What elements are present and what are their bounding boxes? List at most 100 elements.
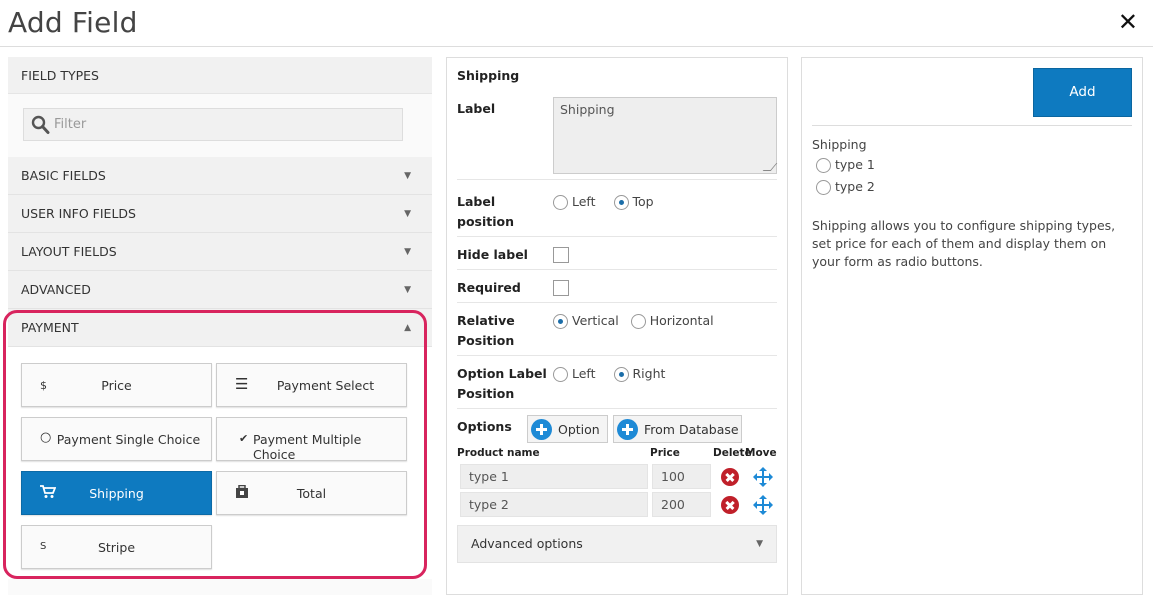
option-label: Top (632, 194, 654, 209)
dialog-title: Add Field (8, 6, 138, 39)
move-icon[interactable] (753, 495, 773, 515)
preview-radio (816, 180, 831, 195)
close-icon[interactable]: ✕ (1118, 9, 1138, 35)
delete-icon[interactable] (721, 468, 739, 486)
field-payment-select-button[interactable]: ☰ Payment Select (216, 363, 407, 407)
radio-left[interactable] (553, 195, 568, 210)
button-label: Option (558, 422, 600, 437)
resize-handle-icon[interactable] (762, 163, 778, 171)
hide-label-checkbox[interactable] (553, 247, 569, 263)
field-payment-multiple-choice-button[interactable]: ✔ Payment Multiple Choice (216, 417, 407, 462)
field-label: Stripe (97, 540, 136, 555)
button-label: From Database (644, 422, 739, 437)
chevron-up-icon: ▲ (404, 323, 411, 333)
section-advanced[interactable]: ADVANCED ▼ (8, 271, 432, 309)
field-stripe-button[interactable]: S Stripe (21, 525, 212, 569)
field-types-panel: FIELD TYPES BASIC FIELDS ▼ USER INFO FIEL… (8, 57, 432, 595)
option-name-input[interactable]: type 2 (460, 492, 648, 517)
section-label: USER INFO FIELDS (21, 206, 136, 221)
relative-position-line2: Position (457, 333, 515, 348)
section-label: LAYOUT FIELDS (21, 244, 117, 259)
field-description: Shipping allows you to configure shippin… (812, 218, 1116, 269)
advanced-options-toggle[interactable]: Advanced options ▼ (457, 525, 777, 563)
move-icon[interactable] (753, 467, 773, 487)
preview-choice: type 1 (816, 157, 875, 173)
field-label: Payment Select (276, 378, 375, 393)
radio-right[interactable] (613, 367, 629, 382)
radio-horizontal[interactable] (630, 314, 646, 329)
chevron-down-icon: ▼ (404, 285, 411, 295)
option-price-input[interactable]: 200 (652, 492, 711, 517)
settings-heading: Shipping (457, 68, 520, 83)
options-label: Options (457, 419, 512, 434)
option-label: Horizontal (649, 313, 714, 328)
option-label: Vertical (571, 313, 619, 328)
delete-icon[interactable] (721, 496, 739, 514)
radio-vertical[interactable] (553, 314, 568, 329)
field-label: Payment Multiple Choice (253, 432, 362, 462)
field-settings-panel: Shipping Label Shipping Label position Le… (446, 57, 788, 595)
radio-left[interactable] (553, 367, 568, 382)
required-checkbox[interactable] (553, 280, 569, 296)
option-name-input[interactable]: type 1 (460, 464, 648, 489)
field-total-button[interactable]: Total (216, 471, 407, 515)
chevron-down-icon: ▼ (756, 539, 763, 549)
option-label-position-line2: Position (457, 386, 515, 401)
label-position-line1: Label (457, 194, 496, 209)
search-icon (31, 115, 50, 134)
payment-fields: $ Price ☰ Payment Select ○ Payment Singl… (8, 347, 432, 579)
option-label: Left (571, 366, 596, 381)
field-shipping-button[interactable]: Shipping (21, 471, 212, 515)
preview-radio (816, 158, 831, 173)
label-textarea[interactable]: Shipping (553, 97, 778, 174)
filter-input[interactable] (54, 117, 384, 132)
section-label: ADVANCED (21, 282, 91, 297)
filter-container (8, 94, 432, 157)
col-product-name: Product name (457, 447, 540, 459)
section-label: BASIC FIELDS (21, 168, 106, 183)
preview-field-label: Shipping (812, 137, 867, 152)
label-position-label: Label position (457, 192, 514, 232)
choice-label: type 2 (834, 179, 875, 194)
relative-position-line1: Relative (457, 313, 515, 328)
section-layout-fields[interactable]: LAYOUT FIELDS ▼ (8, 233, 432, 271)
section-payment[interactable]: PAYMENT ▲ (8, 309, 432, 347)
section-basic-fields[interactable]: BASIC FIELDS ▼ (8, 157, 432, 195)
hide-label-label: Hide label (457, 247, 528, 262)
field-label: Total (296, 486, 327, 501)
add-option-button[interactable]: Option (527, 415, 608, 443)
divider (812, 125, 1132, 126)
preview-choice: type 2 (816, 179, 875, 195)
field-label: Price (101, 378, 132, 393)
from-database-button[interactable]: From Database (613, 415, 742, 443)
relative-position-label: Relative Position (457, 311, 515, 351)
option-label: Left (571, 194, 596, 209)
option-label-position-line1: Option Label (457, 366, 547, 381)
relative-position-options: Vertical Horizontal (553, 313, 714, 329)
add-button[interactable]: Add (1033, 68, 1132, 117)
field-label: Shipping (89, 486, 144, 501)
option-price-input[interactable]: 100 (652, 464, 711, 489)
filter-box[interactable] (23, 108, 403, 141)
label-position-line2: position (457, 214, 515, 229)
chevron-down-icon: ▼ (404, 171, 411, 181)
required-label: Required (457, 280, 521, 295)
col-price: Price (650, 447, 680, 459)
field-price-button[interactable]: $ Price (21, 363, 212, 407)
advanced-options-label: Advanced options (471, 536, 583, 551)
choice-label: type 1 (834, 157, 875, 172)
preview-panel: Add Shipping type 1 type 2 Shipping allo… (801, 57, 1143, 595)
col-move: Move (745, 447, 777, 459)
option-label: Right (632, 366, 666, 381)
label-position-options: Left Top (553, 194, 654, 210)
field-types-heading: FIELD TYPES (8, 57, 432, 94)
chevron-down-icon: ▼ (404, 247, 411, 257)
label-value: Shipping (560, 102, 615, 117)
plus-icon (531, 419, 552, 440)
plus-icon (617, 419, 638, 440)
field-payment-single-choice-button[interactable]: ○ Payment Single Choice (21, 417, 212, 461)
section-label: PAYMENT (21, 320, 79, 335)
radio-top[interactable] (613, 195, 629, 210)
option-label-position-options: Left Right (553, 366, 665, 382)
section-user-info-fields[interactable]: USER INFO FIELDS ▼ (8, 195, 432, 233)
